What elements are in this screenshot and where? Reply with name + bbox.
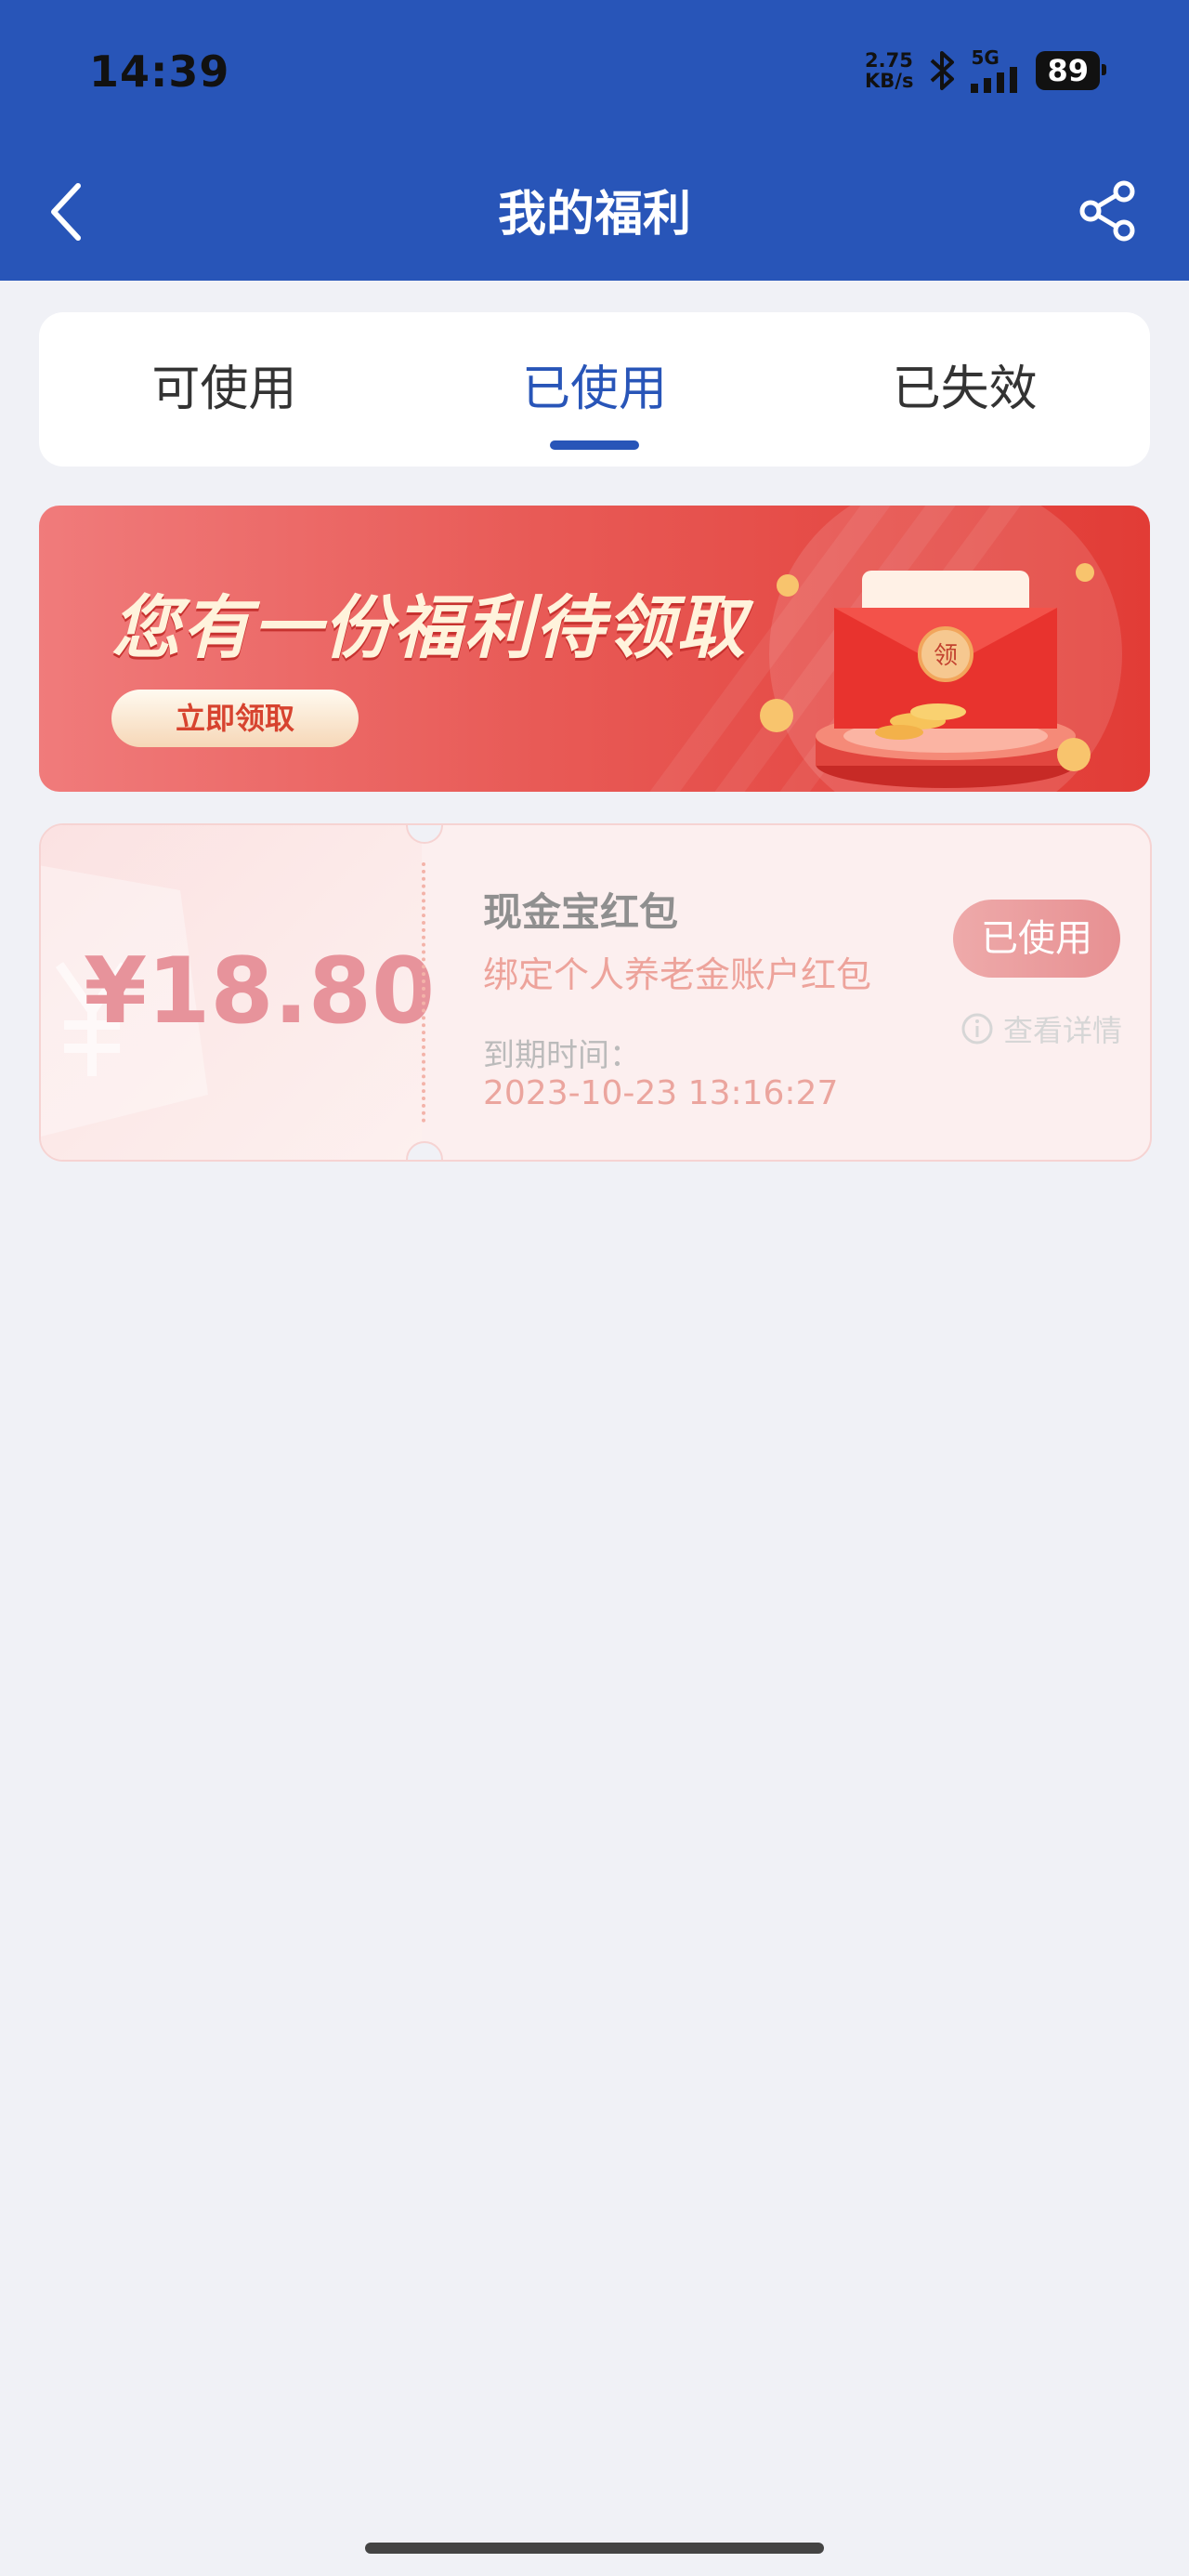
banner-headline: 您有一份福利待领取	[111, 588, 747, 668]
page-title: 我的福利	[497, 187, 691, 243]
red-envelope-illustration: 领	[760, 506, 1122, 792]
share-button[interactable]	[1076, 178, 1141, 243]
status-tabs: 可使用 已使用 已失效	[39, 312, 1150, 467]
tab-available[interactable]: 可使用	[39, 312, 410, 467]
status-icons: 2.75 KB/s 5G 89	[865, 48, 1106, 93]
coupon-expiry-label: 到期时间：	[483, 1037, 641, 1074]
view-details-label: 查看详情	[1002, 1013, 1122, 1048]
battery-icon: 89	[1036, 51, 1106, 90]
home-indicator[interactable]	[365, 2543, 824, 2554]
net-speed: 2.75 KB/s	[865, 50, 913, 91]
tab-expired[interactable]: 已失效	[779, 312, 1150, 467]
net-speed-value: 2.75	[865, 49, 913, 72]
status-time: 14:39	[89, 46, 230, 97]
info-icon	[961, 1013, 993, 1045]
view-details-link[interactable]: 查看详情	[960, 1007, 1122, 1050]
tab-used[interactable]: 已使用	[410, 312, 780, 467]
coupon-expiry-value: 2023-10-23 13:16:27	[483, 1074, 839, 1112]
signal-group: 5G	[971, 48, 1023, 93]
coupon-description: 绑定个人养老金账户红包	[483, 954, 872, 995]
claim-now-button[interactable]: 立即领取	[111, 690, 359, 747]
envelope-text: 领	[934, 642, 958, 670]
coupon-amount-panel: ¥18.80	[41, 825, 435, 1160]
coupon-divider	[422, 862, 425, 1123]
network-type: 5G	[971, 46, 1000, 69]
coupon-status-button[interactable]: 已使用	[953, 900, 1120, 978]
coupon-card: ¥18.80 现金宝红包 绑定个人养老金账户红包 到期时间： 2023-10-2…	[39, 823, 1152, 1162]
signal-icon	[971, 67, 1018, 93]
net-speed-unit: KB/s	[865, 70, 914, 92]
welfare-banner[interactable]: 您有一份福利待领取 立即领取 领	[39, 506, 1150, 792]
coupon-title: 现金宝红包	[483, 889, 679, 935]
app-header: 14:39 2.75 KB/s 5G 89 我的福利	[0, 0, 1189, 281]
coupon-amount: ¥18.80	[84, 939, 436, 1045]
share-icon	[1079, 180, 1135, 242]
bluetooth-icon	[931, 51, 955, 90]
